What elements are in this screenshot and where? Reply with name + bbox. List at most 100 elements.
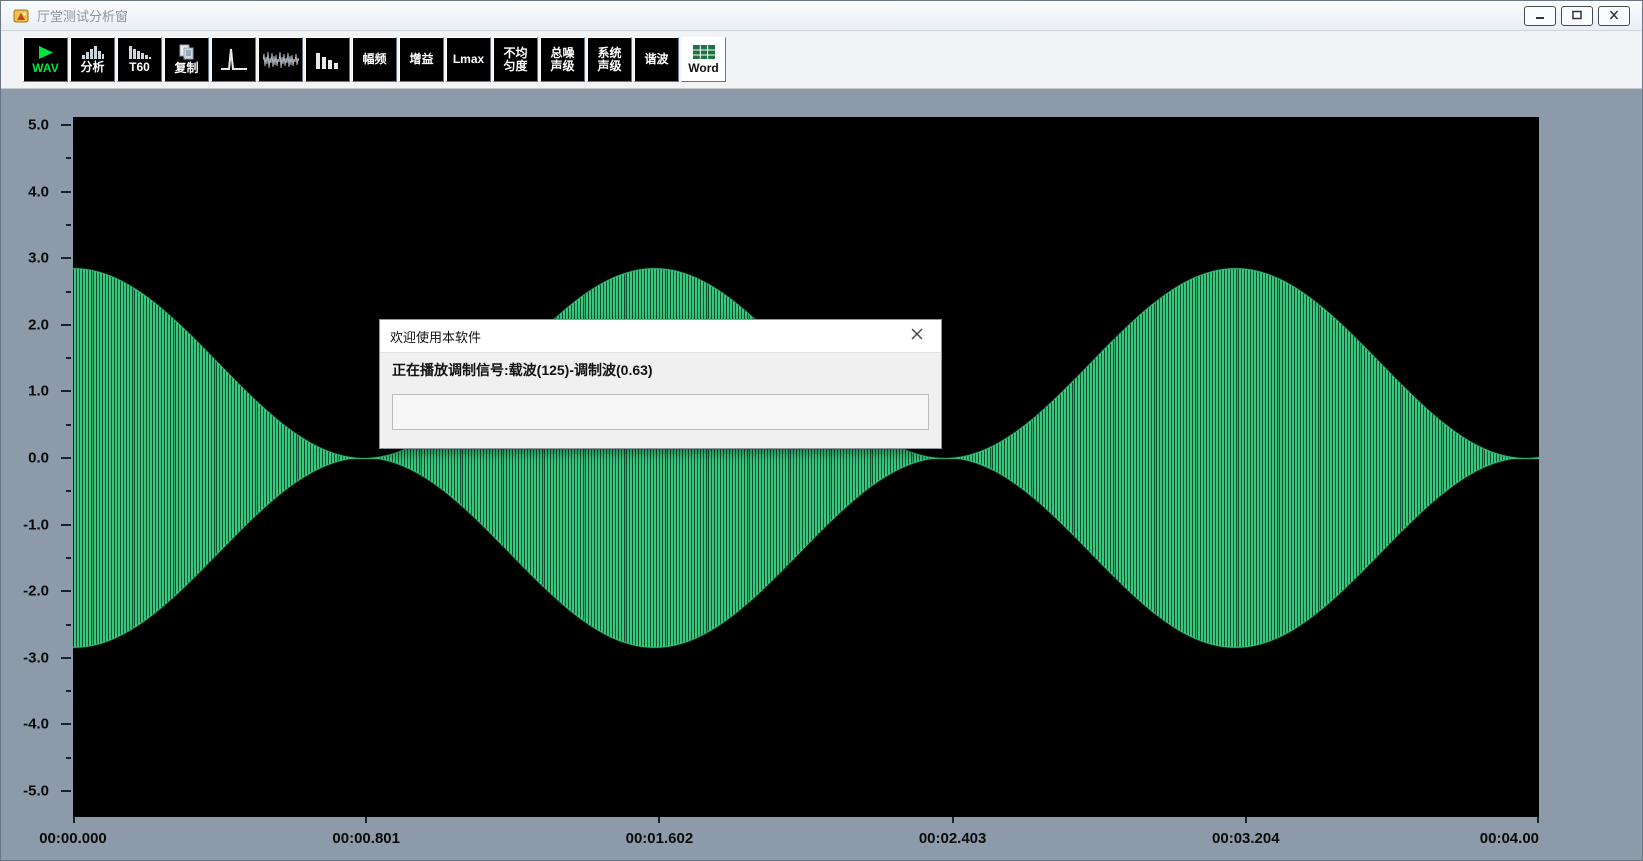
y-axis-label: 1.0 bbox=[28, 383, 49, 400]
x-axis-tick bbox=[658, 817, 660, 823]
y-axis-label: 5.0 bbox=[28, 117, 49, 134]
play-icon bbox=[37, 45, 55, 60]
minimize-button[interactable] bbox=[1524, 6, 1556, 26]
title-bar[interactable]: 厅堂测试分析窗 bbox=[1, 1, 1642, 31]
toolbar-button-level-bars[interactable] bbox=[305, 37, 350, 82]
y-axis-label: 3.0 bbox=[28, 250, 49, 267]
welcome-dialog: 欢迎使用本软件 正在播放调制信号:载波(125)-调制波(0.63) bbox=[379, 319, 942, 449]
toolbar-button-system-level[interactable]: 系统 声级 bbox=[587, 37, 632, 82]
y-axis-label: -4.0 bbox=[23, 716, 49, 733]
x-axis-label: 00:01.602 bbox=[626, 827, 694, 851]
window-title: 厅堂测试分析窗 bbox=[37, 6, 128, 25]
y-axis-label: 0.0 bbox=[28, 450, 49, 467]
dialog-title: 欢迎使用本软件 bbox=[390, 327, 481, 346]
toolbar: WAV 分析 T60 复制 幅频 增益 Lmax 不均 匀度总噪 声级系统 声级 谐波 Word bbox=[1, 31, 1642, 89]
y-axis-minor-tick bbox=[66, 357, 71, 359]
t60-decay-icon bbox=[128, 45, 152, 59]
y-axis-tick bbox=[61, 257, 71, 259]
toolbar-button-label: 复制 bbox=[174, 62, 198, 75]
toolbar-button-t60[interactable]: T60 bbox=[117, 37, 162, 82]
y-axis-tick bbox=[61, 723, 71, 725]
y-axis-minor-tick bbox=[66, 224, 71, 226]
y-axis-minor-tick bbox=[66, 490, 71, 492]
x-axis-label: 00:00.801 bbox=[332, 827, 400, 851]
minimize-icon bbox=[1534, 7, 1546, 25]
toolbar-button-label: 幅频 bbox=[362, 53, 386, 66]
toolbar-button-label: Lmax bbox=[453, 53, 484, 66]
x-axis-label: 00:04.00 bbox=[1480, 827, 1539, 851]
x-axis-label: 00:02.403 bbox=[919, 827, 987, 851]
y-axis-tick bbox=[61, 790, 71, 792]
waveform-icon bbox=[263, 50, 299, 70]
x-axis-tick bbox=[73, 817, 75, 823]
y-axis-minor-tick bbox=[66, 291, 71, 293]
y-axis-label: 4.0 bbox=[28, 183, 49, 200]
y-axis-minor-tick bbox=[66, 157, 71, 159]
y-axis-minor-tick bbox=[66, 557, 71, 559]
toolbar-button-harmonics[interactable]: 谐波 bbox=[634, 37, 679, 82]
y-axis-tick bbox=[61, 191, 71, 193]
level-bars-icon bbox=[315, 51, 341, 69]
y-axis-tick bbox=[61, 657, 71, 659]
maximize-button[interactable] bbox=[1561, 6, 1593, 26]
x-axis-labels: 00:00.00000:00.80100:01.60200:02.40300:0… bbox=[73, 827, 1539, 851]
toolbar-button-label: T60 bbox=[129, 61, 150, 74]
y-axis-label: -2.0 bbox=[23, 583, 49, 600]
y-axis-labels: 5.0 4.0 3.0 2.0 1.0 0.0 -1.0 -2.0 -3.0 -4.0 -5.0 bbox=[9, 117, 49, 817]
y-axis-tick bbox=[61, 457, 71, 459]
toolbar-button-label: 不均 匀度 bbox=[503, 47, 527, 73]
app-icon bbox=[13, 8, 29, 24]
y-axis-label: -5.0 bbox=[23, 783, 49, 800]
toolbar-button-non-uniformity[interactable]: 不均 匀度 bbox=[493, 37, 538, 82]
x-axis-tick bbox=[1245, 817, 1247, 823]
y-axis-tick bbox=[61, 590, 71, 592]
toolbar-button-analyze[interactable]: 分析 bbox=[70, 37, 115, 82]
x-axis-tick bbox=[365, 817, 367, 823]
word-export-icon bbox=[692, 44, 716, 60]
toolbar-button-label: 系统 声级 bbox=[597, 47, 621, 73]
y-axis-label: -1.0 bbox=[23, 516, 49, 533]
progress-bar bbox=[392, 394, 929, 430]
x-axis-ticks bbox=[73, 817, 1539, 825]
x-axis-label: 00:00.000 bbox=[39, 827, 107, 851]
y-axis-label: 2.0 bbox=[28, 316, 49, 333]
toolbar-button-copy[interactable]: 复制 bbox=[164, 37, 209, 82]
dialog-close-button[interactable] bbox=[903, 323, 931, 349]
toolbar-button-word-export[interactable]: Word bbox=[681, 37, 726, 82]
toolbar-button-impulse[interactable] bbox=[211, 37, 256, 82]
y-axis-tick bbox=[61, 390, 71, 392]
toolbar-button-lmax[interactable]: Lmax bbox=[446, 37, 491, 82]
y-axis-minor-tick bbox=[66, 757, 71, 759]
app-window: 厅堂测试分析窗 WAV 分析 T60 复制 幅频 增益 Lmax 不均 匀度总噪 声级系统 声… bbox=[0, 0, 1643, 861]
maximize-icon bbox=[1571, 7, 1583, 25]
window-controls bbox=[1524, 6, 1630, 26]
impulse-response-icon bbox=[219, 47, 249, 73]
close-icon bbox=[910, 327, 924, 346]
toolbar-button-gain[interactable]: 增益 bbox=[399, 37, 444, 82]
toolbar-button-total-noise[interactable]: 总噪 声级 bbox=[540, 37, 585, 82]
toolbar-button-waveform[interactable] bbox=[258, 37, 303, 82]
x-axis-tick bbox=[952, 817, 954, 823]
x-axis-label: 00:03.204 bbox=[1212, 827, 1280, 851]
toolbar-button-label: 总噪 声级 bbox=[550, 47, 574, 73]
y-axis-minor-tick bbox=[66, 424, 71, 426]
waveform-canvas[interactable] bbox=[73, 117, 1539, 817]
y-axis-label: -3.0 bbox=[23, 649, 49, 666]
analysis-chart-icon bbox=[81, 45, 105, 59]
y-axis-tick bbox=[61, 124, 71, 126]
toolbar-button-label: 增益 bbox=[409, 53, 433, 66]
y-axis-ticks bbox=[61, 117, 73, 817]
toolbar-button-label: 谐波 bbox=[644, 53, 668, 66]
toolbar-button-label: WAV bbox=[32, 62, 58, 75]
close-icon bbox=[1608, 7, 1620, 25]
dialog-body: 正在播放调制信号:载波(125)-调制波(0.63) bbox=[380, 353, 941, 430]
x-axis-tick bbox=[1537, 817, 1539, 823]
dialog-title-bar[interactable]: 欢迎使用本软件 bbox=[380, 320, 941, 353]
copy-icon bbox=[178, 44, 196, 60]
y-axis-minor-tick bbox=[66, 624, 71, 626]
toolbar-button-wav-play[interactable]: WAV bbox=[23, 37, 68, 82]
dialog-message: 正在播放调制信号:载波(125)-调制波(0.63) bbox=[392, 360, 929, 380]
y-axis-tick bbox=[61, 324, 71, 326]
close-button[interactable] bbox=[1598, 6, 1630, 26]
toolbar-button-amp-freq[interactable]: 幅频 bbox=[352, 37, 397, 82]
